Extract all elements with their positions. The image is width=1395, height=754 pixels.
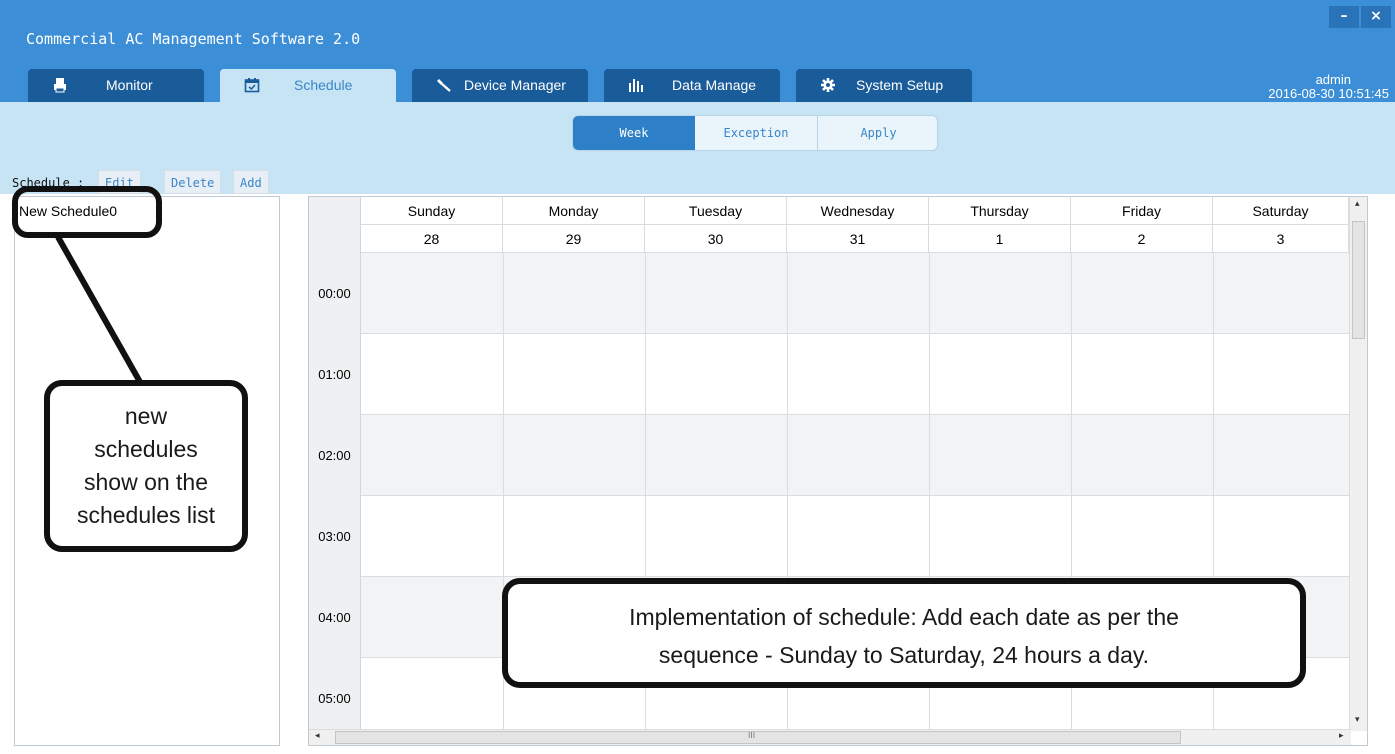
vertical-scroll-thumb[interactable] (1352, 221, 1365, 339)
grid-corner (309, 197, 361, 253)
wrench-icon (437, 79, 451, 92)
tab-monitor[interactable]: Monitor (28, 69, 204, 102)
callout-implementation-note: Implementation of schedule: Add each dat… (502, 578, 1306, 688)
hour-label: 01:00 (309, 334, 361, 415)
callout-line: new (124, 403, 168, 429)
add-schedule-button[interactable]: Add (233, 170, 269, 194)
hour-row[interactable]: 01:00 (309, 334, 1349, 415)
date-header: 2 (1071, 225, 1213, 253)
callout-schedule-list-note: new schedules show on the schedules list (44, 380, 248, 552)
hour-label: 04:00 (309, 577, 361, 658)
view-mode-switch: Week Exception Apply (572, 115, 938, 151)
tab-device-manager[interactable]: Device Manager (412, 69, 588, 102)
date-header: 3 (1213, 225, 1349, 253)
date-header: 28 (361, 225, 503, 253)
tab-schedule[interactable]: Schedule (220, 69, 396, 102)
tab-system-setup-label: System Setup (856, 77, 944, 93)
callout-line: schedules (94, 436, 198, 462)
hour-label: 02:00 (309, 415, 361, 496)
close-button[interactable]: × (1361, 6, 1391, 28)
tab-data-manage-label: Data Manage (672, 77, 757, 93)
date-header: 31 (787, 225, 929, 253)
horizontal-scroll-thumb[interactable]: III (335, 731, 1181, 744)
calendar-icon (244, 78, 260, 93)
date-header: 30 (645, 225, 787, 253)
hour-label: 05:00 (309, 658, 361, 739)
day-header-friday: Friday (1071, 197, 1213, 225)
day-header-sunday: Sunday (361, 197, 503, 225)
vertical-scrollbar[interactable]: ▴ ▾ (1349, 197, 1367, 731)
hour-row[interactable]: 00:00 (309, 253, 1349, 334)
callout-line: Implementation of schedule: Add each dat… (629, 604, 1179, 630)
tab-data-manage[interactable]: Data Manage (604, 69, 780, 102)
week-view-button[interactable]: Week (573, 116, 695, 150)
minimize-button[interactable]: – (1329, 6, 1359, 28)
date-header: 29 (503, 225, 645, 253)
callout-line: schedules list (76, 502, 216, 528)
delete-schedule-button[interactable]: Delete (164, 170, 222, 194)
tab-system-setup[interactable]: System Setup (796, 69, 972, 102)
app-title: Commercial AC Management Software 2.0 (26, 30, 361, 48)
tab-schedule-label: Schedule (294, 77, 353, 93)
scroll-grip-icon: III (748, 731, 756, 740)
scroll-right-icon[interactable]: ▸ (1339, 731, 1344, 741)
day-header-saturday: Saturday (1213, 197, 1349, 225)
hour-label: 00:00 (309, 253, 361, 334)
current-datetime: 2016-08-30 10:51:45 (1268, 86, 1389, 101)
callout-line: show on the (83, 469, 209, 495)
scroll-left-icon[interactable]: ◂ (315, 731, 320, 741)
apply-view-button[interactable]: Apply (818, 116, 937, 150)
user-name: admin (1315, 72, 1351, 87)
day-header-wednesday: Wednesday (787, 197, 929, 225)
day-header-tuesday: Tuesday (645, 197, 787, 225)
hour-label: 03:00 (309, 496, 361, 577)
highlight-box-new-schedule (12, 186, 162, 238)
day-header-thursday: Thursday (929, 197, 1071, 225)
hour-row[interactable]: 03:00 (309, 496, 1349, 577)
day-header-monday: Monday (503, 197, 645, 225)
date-header: 1 (929, 225, 1071, 253)
scroll-up-icon[interactable]: ▴ (1355, 199, 1360, 209)
exception-view-button[interactable]: Exception (695, 116, 817, 150)
callout-line: sequence - Sunday to Saturday, 24 hours … (658, 642, 1150, 668)
bar-chart-icon (629, 79, 643, 92)
scroll-down-icon[interactable]: ▾ (1355, 715, 1360, 725)
tab-monitor-label: Monitor (106, 77, 153, 93)
title-bar: Commercial AC Management Software 2.0 – … (0, 0, 1395, 102)
hour-row[interactable]: 02:00 (309, 415, 1349, 496)
horizontal-scrollbar[interactable]: ◂ III ▸ (309, 729, 1351, 745)
tab-device-manager-label: Device Manager (464, 77, 566, 93)
gear-icon (821, 78, 835, 92)
printer-icon (54, 78, 66, 93)
